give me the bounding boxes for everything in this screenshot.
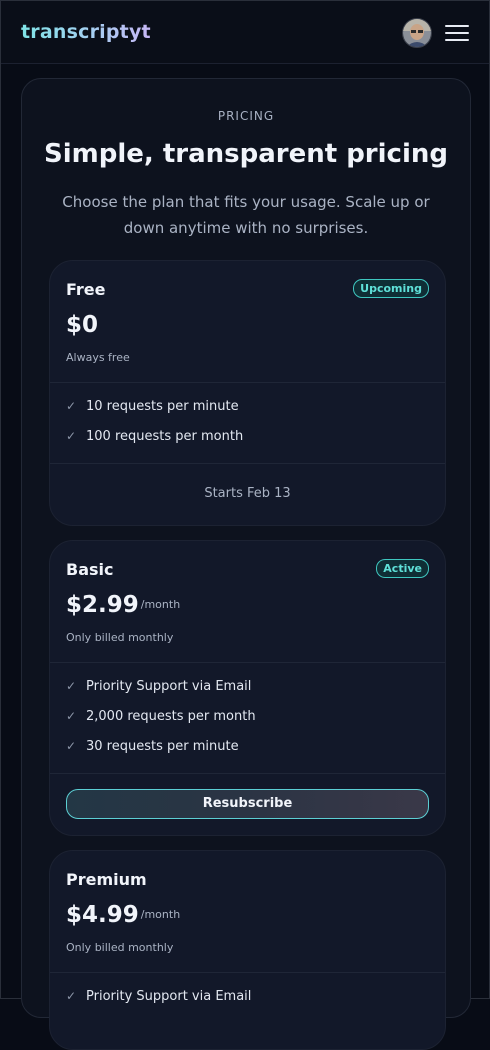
plan-price: $2.99/month bbox=[66, 592, 180, 618]
check-icon: ✓ bbox=[66, 399, 77, 413]
check-icon: ✓ bbox=[66, 989, 77, 1003]
feature-item: ✓ 100 requests per month bbox=[66, 429, 243, 444]
avatar-image-icon bbox=[403, 19, 431, 47]
feature-label: 30 requests per minute bbox=[86, 739, 239, 754]
feature-item: ✓ Priority Support via Email bbox=[66, 989, 251, 1004]
feature-label: Priority Support via Email bbox=[86, 679, 252, 694]
feature-item: ✓ Priority Support via Email bbox=[66, 679, 251, 694]
price-value: $2.99 bbox=[66, 592, 139, 618]
plan-card-premium: Premium $4.99/month Only billed monthly … bbox=[49, 850, 446, 1050]
app-logo[interactable]: transcriptyt bbox=[21, 21, 151, 43]
plan-price: $0 bbox=[66, 312, 98, 338]
billing-note: Only billed monthly bbox=[66, 631, 174, 644]
check-icon: ✓ bbox=[66, 709, 77, 723]
check-icon: ✓ bbox=[66, 739, 77, 753]
hamburger-menu-icon[interactable] bbox=[445, 23, 471, 43]
feature-item: ✓ 2,000 requests per month bbox=[66, 709, 256, 724]
plan-card-basic: Basic Active $2.99/month Only billed mon… bbox=[49, 540, 446, 836]
divider bbox=[50, 662, 445, 663]
feature-item: ✓ 10 requests per minute bbox=[66, 399, 239, 414]
check-icon: ✓ bbox=[66, 429, 77, 443]
top-bar: transcriptyt bbox=[1, 1, 489, 64]
price-period: /month bbox=[140, 908, 181, 921]
divider bbox=[50, 773, 445, 774]
plan-start-date: Starts Feb 13 bbox=[204, 486, 291, 501]
check-icon: ✓ bbox=[66, 679, 77, 693]
billing-note: Always free bbox=[66, 351, 130, 364]
divider bbox=[50, 382, 445, 383]
status-badge: Upcoming bbox=[353, 279, 429, 298]
billing-note: Only billed monthly bbox=[66, 941, 174, 954]
feature-label: 10 requests per minute bbox=[86, 399, 239, 414]
price-period: /month bbox=[140, 598, 181, 611]
user-avatar[interactable] bbox=[402, 18, 432, 48]
feature-label: 100 requests per month bbox=[86, 429, 244, 444]
price-value: $0 bbox=[66, 312, 99, 338]
plan-card-free: Free Upcoming $0 Always free ✓ 10 request… bbox=[49, 260, 446, 526]
feature-label: Priority Support via Email bbox=[86, 989, 252, 1004]
divider bbox=[50, 463, 445, 464]
plan-name: Premium bbox=[66, 870, 147, 889]
feature-label: 2,000 requests per month bbox=[86, 709, 256, 724]
feature-item: ✓ 30 requests per minute bbox=[66, 739, 239, 754]
status-badge: Active bbox=[376, 559, 429, 578]
plan-name: Basic bbox=[66, 560, 114, 579]
pricing-eyebrow: PRICING bbox=[217, 109, 275, 123]
divider bbox=[50, 972, 445, 973]
resubscribe-button[interactable]: Resubscribe bbox=[66, 789, 429, 819]
price-value: $4.99 bbox=[66, 902, 139, 928]
page-subtitle: Choose the plan that fits your usage. Sc… bbox=[62, 193, 430, 237]
plan-name: Free bbox=[66, 280, 106, 299]
plan-price: $4.99/month bbox=[66, 902, 180, 928]
page-title: Simple, transparent pricing bbox=[44, 139, 448, 169]
